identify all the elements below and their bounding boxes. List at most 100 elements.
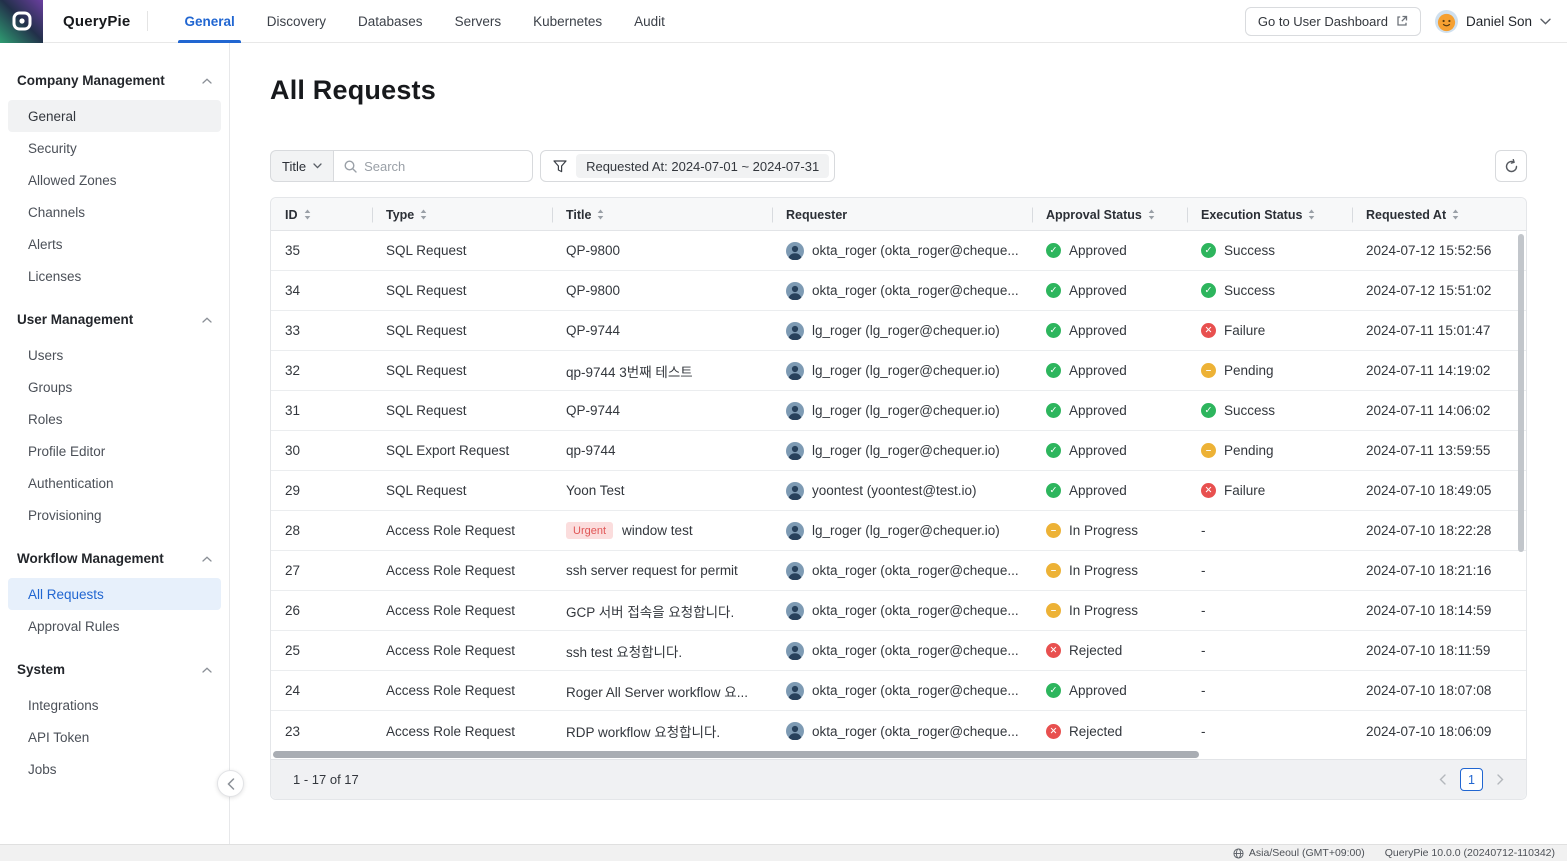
- table-row[interactable]: 26 Access Role Request GCP 서버 접속을 요청합니다.…: [271, 591, 1526, 631]
- status-check-icon: ✓: [1046, 243, 1061, 258]
- chevron-down-icon: [313, 163, 322, 169]
- sidebar-item-roles[interactable]: Roles: [8, 403, 221, 435]
- sort-icon: [597, 209, 604, 220]
- execution-status-label: Failure: [1224, 483, 1265, 498]
- sidebar-item-all-requests[interactable]: All Requests: [8, 578, 221, 610]
- external-link-icon: [1396, 15, 1408, 27]
- tab-general[interactable]: General: [168, 0, 250, 43]
- sidebar-section-title-system[interactable]: System: [8, 654, 221, 689]
- column-label: Title: [566, 208, 591, 222]
- tab-discovery[interactable]: Discovery: [251, 0, 342, 43]
- user-name: Daniel Son: [1466, 14, 1532, 29]
- column-label: Execution Status: [1201, 208, 1302, 222]
- vertical-scrollbar[interactable]: [1518, 234, 1524, 747]
- sidebar-item-general[interactable]: General: [8, 100, 221, 132]
- cell-type: SQL Request: [372, 283, 552, 298]
- go-to-user-dashboard-button[interactable]: Go to User Dashboard: [1245, 7, 1421, 36]
- status-check-icon: ✓: [1201, 243, 1216, 258]
- request-title: QP-9800: [566, 283, 620, 298]
- sidebar-item-alerts[interactable]: Alerts: [8, 228, 221, 260]
- table-row[interactable]: 29 SQL Request Yoon Test yoontest (yoont…: [271, 471, 1526, 511]
- previous-page-button[interactable]: [1439, 774, 1446, 785]
- cell-id: 35: [271, 243, 372, 258]
- vertical-scrollbar-thumb[interactable]: [1518, 234, 1524, 552]
- table-row[interactable]: 33 SQL Request QP-9744 lg_roger (lg_roge…: [271, 311, 1526, 351]
- table-row[interactable]: 30 SQL Export Request qp-9744 lg_roger (…: [271, 431, 1526, 471]
- table-row[interactable]: 35 SQL Request QP-9800 okta_roger (okta_…: [271, 231, 1526, 271]
- execution-status: ✓Success: [1201, 283, 1275, 298]
- execution-status-label: Pending: [1224, 363, 1274, 378]
- cell-type: SQL Request: [372, 243, 552, 258]
- sidebar-item-jobs[interactable]: Jobs: [8, 753, 221, 785]
- search-input[interactable]: [364, 159, 522, 174]
- sidebar-collapse-button[interactable]: [217, 770, 244, 797]
- approval-status: ✓Approved: [1046, 403, 1127, 418]
- sidebar-item-integrations[interactable]: Integrations: [8, 689, 221, 721]
- sidebar-item-provisioning[interactable]: Provisioning: [8, 499, 221, 531]
- cell-requester: lg_roger (lg_roger@chequer.io): [772, 402, 1032, 420]
- table-body: 35 SQL Request QP-9800 okta_roger (okta_…: [271, 231, 1526, 751]
- sidebar-item-licenses[interactable]: Licenses: [8, 260, 221, 292]
- sidebar-item-authentication[interactable]: Authentication: [8, 467, 221, 499]
- cell-type: Access Role Request: [372, 523, 552, 538]
- sidebar-section-title-company-management[interactable]: Company Management: [8, 65, 221, 100]
- table-row[interactable]: 28 Access Role Request Urgentwindow test…: [271, 511, 1526, 551]
- cell-type: Access Role Request: [372, 724, 552, 739]
- column-header-id[interactable]: ID: [271, 198, 372, 231]
- requester-name: okta_roger (okta_roger@cheque...: [812, 683, 1019, 698]
- column-header-requested-at[interactable]: Requested At: [1352, 198, 1526, 231]
- tab-audit[interactable]: Audit: [618, 0, 681, 43]
- table-row[interactable]: 25 Access Role Request ssh test 요청합니다. o…: [271, 631, 1526, 671]
- sidebar-item-allowed-zones[interactable]: Allowed Zones: [8, 164, 221, 196]
- request-title: Roger All Server workflow 요...: [566, 681, 748, 701]
- sidebar-section-title-user-management[interactable]: User Management: [8, 304, 221, 339]
- tab-databases[interactable]: Databases: [342, 0, 439, 43]
- section-title-label: Company Management: [17, 73, 165, 88]
- request-title: window test: [622, 523, 693, 538]
- status-pending-icon: –: [1046, 603, 1061, 618]
- tab-kubernetes[interactable]: Kubernetes: [517, 0, 618, 43]
- sidebar-item-groups[interactable]: Groups: [8, 371, 221, 403]
- execution-status: ✕Failure: [1201, 483, 1265, 498]
- column-header-execution-status[interactable]: Execution Status: [1187, 198, 1352, 231]
- table-row[interactable]: 31 SQL Request QP-9744 lg_roger (lg_roge…: [271, 391, 1526, 431]
- sidebar-item-channels[interactable]: Channels: [8, 196, 221, 228]
- request-title: RDP workflow 요청합니다.: [566, 721, 720, 741]
- user-menu[interactable]: Daniel Son: [1435, 10, 1551, 33]
- sidebar-item-approval-rules[interactable]: Approval Rules: [8, 610, 221, 642]
- column-header-title[interactable]: Title: [552, 198, 772, 231]
- horizontal-scrollbar-thumb[interactable]: [273, 751, 1199, 758]
- requester-name: lg_roger (lg_roger@chequer.io): [812, 403, 1000, 418]
- table-row[interactable]: 23 Access Role Request RDP workflow 요청합니…: [271, 711, 1526, 751]
- sidebar-item-api-token[interactable]: API Token: [8, 721, 221, 753]
- table-row[interactable]: 32 SQL Request qp-9744 3번째 테스트 lg_roger …: [271, 351, 1526, 391]
- sidebar-item-users[interactable]: Users: [8, 339, 221, 371]
- cell-requested-at: 2024-07-12 15:51:02: [1352, 283, 1526, 298]
- status-failed-icon: ✕: [1201, 323, 1216, 338]
- requested-at-filter[interactable]: Requested At: 2024-07-01 ~ 2024-07-31: [540, 150, 835, 182]
- table-header-row: IDType Title RequesterApproval Status Execu…: [271, 198, 1526, 231]
- column-header-requester[interactable]: Requester: [772, 198, 1032, 231]
- sidebar-section-title-workflow-management[interactable]: Workflow Management: [8, 543, 221, 578]
- cell-title: QP-9800: [552, 283, 772, 298]
- refresh-button[interactable]: [1495, 150, 1527, 182]
- table-row[interactable]: 34 SQL Request QP-9800 okta_roger (okta_…: [271, 271, 1526, 311]
- next-page-button[interactable]: [1497, 774, 1504, 785]
- top-navbar: QueryPie GeneralDiscoveryDatabasesServer…: [0, 0, 1567, 43]
- table-row[interactable]: 24 Access Role Request Roger All Server …: [271, 671, 1526, 711]
- horizontal-scrollbar[interactable]: [273, 751, 1524, 759]
- execution-status-label: Failure: [1224, 323, 1265, 338]
- cell-requested-at: 2024-07-10 18:06:09: [1352, 724, 1526, 739]
- tab-servers[interactable]: Servers: [439, 0, 518, 43]
- sidebar-item-profile-editor[interactable]: Profile Editor: [8, 435, 221, 467]
- cell-requested-at: 2024-07-10 18:07:08: [1352, 683, 1526, 698]
- execution-status-label: -: [1201, 724, 1206, 739]
- cell-id: 24: [271, 683, 372, 698]
- search-field-selector[interactable]: Title: [270, 150, 333, 182]
- sidebar-item-security[interactable]: Security: [8, 132, 221, 164]
- column-header-approval-status[interactable]: Approval Status: [1032, 198, 1187, 231]
- page-number-button[interactable]: 1: [1460, 768, 1483, 791]
- column-header-type[interactable]: Type: [372, 198, 552, 231]
- querypie-logo[interactable]: [0, 0, 43, 43]
- table-row[interactable]: 27 Access Role Request ssh server reques…: [271, 551, 1526, 591]
